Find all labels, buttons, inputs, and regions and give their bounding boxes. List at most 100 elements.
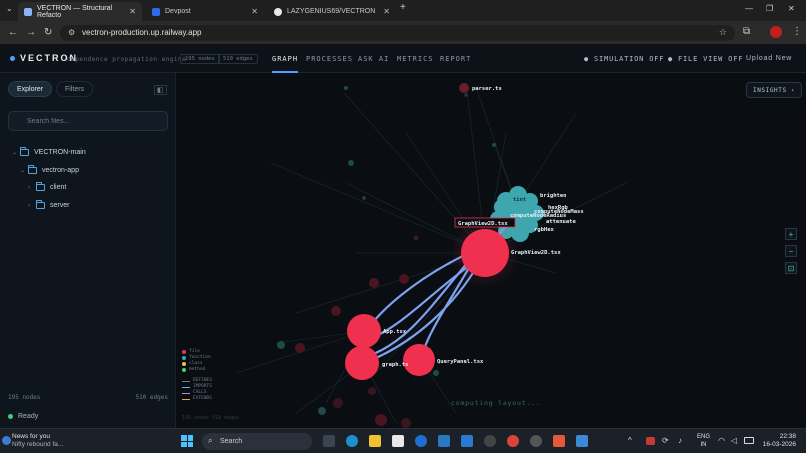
bookmark-star-icon[interactable]: ☆: [719, 27, 727, 38]
language-indicator[interactable]: ENG IN: [697, 433, 710, 449]
insights-button[interactable]: INSIGHTS ‹: [746, 82, 803, 98]
battery-icon[interactable]: [744, 437, 754, 444]
graph-canvas[interactable]: GraphView2D.tsx GraphView2D.tsx App.tsx …: [176, 73, 806, 428]
folder-icon: [20, 147, 29, 156]
mail-icon[interactable]: [438, 435, 450, 447]
clock[interactable]: 22:38 16-03-2026: [763, 433, 796, 449]
tree-item-vectron-main[interactable]: ⌄ VECTRON-main: [12, 147, 86, 156]
node-graph[interactable]: [345, 346, 379, 380]
tree-item-server[interactable]: › server: [28, 200, 69, 209]
graph-stats: 195 nodes 510 edges: [182, 415, 240, 421]
chrome-icon[interactable]: [507, 435, 519, 447]
graph-svg[interactable]: GraphView2D.tsx GraphView2D.tsx App.tsx …: [176, 73, 806, 428]
url-text[interactable]: vectron-production.up.railway.app: [82, 28, 201, 37]
folder-icon: [36, 200, 45, 209]
status-text: Ready: [18, 413, 39, 420]
legend-line-icon: [182, 386, 190, 388]
tab-ask-ai[interactable]: ASK AI: [358, 55, 389, 63]
chevron-down-icon: ⌄: [12, 150, 18, 156]
app-icon[interactable]: [415, 435, 427, 447]
language-code: ENG: [697, 434, 711, 440]
news-subtitle: Nifty rebound fa...: [12, 441, 64, 448]
weather-icon[interactable]: [2, 436, 11, 445]
extensions-icon[interactable]: ⧉: [743, 26, 750, 37]
zoom-in-button[interactable]: +: [785, 228, 797, 240]
tray-sync-icon[interactable]: ⟳: [662, 436, 669, 445]
news-widget[interactable]: News for you Nifty rebound fa...: [12, 433, 63, 449]
tab-report[interactable]: REPORT: [440, 55, 471, 63]
tab-title: LAZYGENIUS69/VECTRON: [287, 8, 376, 15]
label-brighten: brighten: [540, 193, 567, 199]
label-parser: parser.ts: [472, 86, 502, 92]
label-graph: graph.ts: [382, 362, 409, 368]
simulation-label: SIMULATION OFF: [594, 55, 665, 63]
node-app[interactable]: [347, 314, 381, 348]
legend-line-icon: [182, 380, 190, 382]
tree-item-client[interactable]: › client: [28, 182, 66, 191]
wifi-icon[interactable]: ◠: [718, 436, 725, 445]
tray-app-icon[interactable]: [646, 437, 655, 445]
back-icon[interactable]: ←: [8, 27, 18, 38]
address-bar: ← → ↻ ⚙ vectron-production.up.railway.ap…: [0, 21, 806, 45]
simulation-toggle[interactable]: ● SIMULATION OFF: [584, 55, 664, 63]
maximize-icon[interactable]: ❐: [766, 4, 773, 13]
zoom-out-button[interactable]: −: [785, 245, 797, 257]
site-info-icon[interactable]: ⚙: [68, 28, 75, 37]
upload-button[interactable]: Upload New: [746, 55, 792, 62]
omnibox[interactable]: ⚙ vectron-production.up.railway.app ☆: [60, 25, 735, 41]
file-view-toggle[interactable]: ● FILE VIEW OFF: [668, 55, 743, 63]
taskbar-search[interactable]: ⌕ Search: [202, 433, 312, 450]
label-querypanel: QueryPanel.tsx: [437, 359, 484, 365]
clock-date: 16-03-2026: [762, 441, 796, 448]
tab-graph[interactable]: GRAPH: [272, 55, 299, 73]
profile-avatar[interactable]: [770, 26, 782, 38]
fit-view-button[interactable]: ⊡: [785, 262, 797, 274]
tab-filters[interactable]: Filters: [56, 81, 94, 97]
edge-browser-icon[interactable]: [346, 435, 358, 447]
tab-metrics[interactable]: METRICS: [397, 55, 434, 63]
new-tab-button[interactable]: +: [400, 2, 406, 13]
tab-list-icon[interactable]: ⌄: [6, 4, 13, 13]
minimize-icon[interactable]: —: [745, 4, 753, 13]
tray-expand-icon[interactable]: ^: [628, 436, 632, 445]
menu-icon[interactable]: ⋮: [792, 26, 802, 37]
media-player-icon[interactable]: [530, 435, 542, 447]
close-icon[interactable]: ✕: [383, 7, 390, 16]
store-icon[interactable]: [392, 435, 404, 447]
vscode-icon[interactable]: [461, 435, 473, 447]
browser-tab-github[interactable]: LAZYGENIUS69/VECTRON ✕: [268, 2, 396, 21]
forward-icon[interactable]: →: [26, 27, 36, 38]
node-parser[interactable]: [459, 83, 469, 93]
microphone-icon[interactable]: ♪: [678, 436, 682, 445]
tree-item-vectron-app[interactable]: ⌄ vectron-app: [20, 165, 79, 174]
globe-icon: [24, 7, 32, 16]
tagline: dependence propagation engine: [67, 56, 187, 63]
github-desktop-icon[interactable]: [484, 435, 496, 447]
file-explorer-icon[interactable]: [369, 435, 381, 447]
collapse-sidebar-icon[interactable]: ◧: [154, 85, 167, 95]
legend-dot-icon: [182, 368, 186, 372]
taskbar-search-label: Search: [220, 438, 243, 445]
browser-tab-vectron[interactable]: VECTRON — Structural Refacto ✕: [18, 2, 142, 21]
task-view-icon[interactable]: [323, 435, 335, 447]
app-blue-icon[interactable]: [576, 435, 588, 447]
app-orange-icon[interactable]: [553, 435, 565, 447]
legend-line-icon: [182, 392, 190, 394]
windows-start-icon[interactable]: [181, 435, 193, 447]
node-querypanel[interactable]: [403, 344, 435, 376]
tree-item-label: vectron-app: [42, 167, 79, 174]
legend-dot-icon: [182, 356, 186, 360]
close-window-icon[interactable]: ✕: [788, 4, 795, 13]
close-icon[interactable]: ✕: [129, 7, 136, 16]
volume-icon[interactable]: ◁: [731, 436, 737, 445]
legend-dot-icon: [182, 362, 186, 366]
browser-tab-devpost[interactable]: Devpost ✕: [146, 2, 264, 21]
node-graphview2d[interactable]: [461, 229, 509, 277]
label-rgbhex: rgbHex: [534, 227, 555, 233]
search-input[interactable]: [8, 111, 168, 131]
reload-icon[interactable]: ↻: [44, 27, 52, 38]
tab-processes[interactable]: PROCESSES: [306, 55, 353, 63]
tab-explorer[interactable]: Explorer: [8, 81, 53, 97]
close-icon[interactable]: ✕: [251, 7, 258, 16]
sidebar: Explorer Filters ◧ ⌕ ⌄ VECTRON-main ⌄ ve…: [0, 73, 176, 428]
